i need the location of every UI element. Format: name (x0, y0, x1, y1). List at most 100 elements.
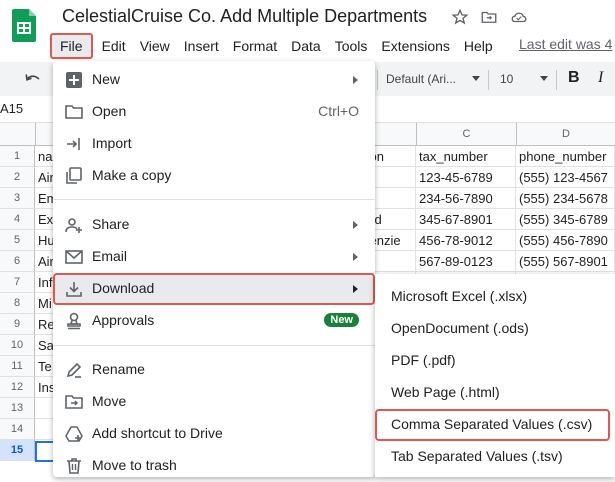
menu-item-new[interactable]: New (53, 64, 375, 96)
row-header[interactable]: 10 (0, 335, 35, 356)
table-cell[interactable]: Re (35, 314, 55, 335)
arrow-right-icon (353, 253, 358, 261)
row-header[interactable]: 3 (0, 188, 35, 209)
row-header[interactable]: 15 (0, 440, 35, 461)
chevron-down-icon[interactable] (472, 76, 480, 81)
plus-box-icon (66, 72, 82, 88)
menu-item-trash[interactable]: Move to trash (53, 450, 375, 482)
italic-button[interactable]: I (598, 69, 603, 87)
download-ods[interactable]: OpenDocument (.ods) (375, 313, 615, 345)
undo-icon[interactable] (24, 71, 42, 87)
download-submenu: Microsoft Excel (.xlsx) OpenDocument (.o… (375, 274, 615, 477)
download-html[interactable]: Web Page (.html) (375, 377, 615, 409)
row-header[interactable]: 13 (0, 398, 35, 419)
column-header-d[interactable]: D (516, 123, 615, 145)
menu-extensions[interactable]: Extensions (374, 35, 456, 57)
sheets-logo-icon[interactable] (12, 9, 36, 42)
row-header[interactable]: 12 (0, 377, 35, 398)
table-cell[interactable]: Ins (35, 377, 55, 398)
menu-item-email[interactable]: Email (53, 241, 375, 273)
menu-file[interactable]: File (50, 33, 93, 59)
menu-tools[interactable]: Tools (328, 35, 375, 57)
download-csv[interactable]: Comma Separated Values (.csv) (375, 409, 610, 441)
table-cell[interactable]: 123-45-6789 (416, 167, 516, 188)
table-cell[interactable]: (555) 567-8901 (516, 251, 615, 272)
row-header[interactable]: 9 (0, 314, 35, 335)
menu-item-move[interactable]: Move (53, 386, 375, 418)
table-cell[interactable] (35, 398, 55, 419)
drive-shortcut-icon (65, 426, 83, 442)
trash-icon (67, 458, 81, 474)
menu-insert[interactable]: Insert (177, 35, 226, 57)
cloud-icon[interactable] (510, 8, 528, 26)
table-cell[interactable]: (555) 234-5678 (516, 188, 615, 209)
column-header-c[interactable]: C (416, 123, 516, 145)
table-cell[interactable] (35, 419, 55, 440)
table-cell[interactable]: phone_number (516, 146, 615, 167)
star-icon[interactable] (451, 8, 469, 26)
row-header[interactable]: 6 (0, 251, 35, 272)
table-cell[interactable]: (555) 345-6789 (516, 209, 615, 230)
import-icon (67, 138, 80, 150)
new-badge: New (324, 313, 359, 327)
table-cell[interactable]: Mi (35, 293, 55, 314)
table-cell[interactable]: Inf (35, 272, 55, 293)
table-cell[interactable]: 456-78-9012 (416, 230, 516, 251)
row-header[interactable]: 1 (0, 146, 35, 167)
document-title[interactable]: CelestialCruise Co. Add Multiple Departm… (62, 6, 427, 27)
menu-item-add-shortcut[interactable]: Add shortcut to Drive (53, 418, 375, 450)
table-cell[interactable]: Sa (35, 335, 55, 356)
share-person-icon (65, 218, 82, 233)
folder-icon (65, 105, 83, 119)
name-box[interactable]: A15 (0, 101, 23, 116)
table-cell[interactable]: 567-89-0123 (416, 251, 516, 272)
menu-view[interactable]: View (133, 35, 177, 57)
bold-button[interactable]: B (568, 69, 580, 87)
folder-move-icon[interactable] (480, 8, 498, 26)
row-header[interactable]: 4 (0, 209, 35, 230)
copy-icon (66, 167, 82, 184)
row-header[interactable]: 11 (0, 356, 35, 377)
menu-item-share[interactable]: Share (53, 209, 375, 241)
row-header[interactable]: 2 (0, 167, 35, 188)
menu-item-import[interactable]: Import (53, 128, 375, 160)
download-xlsx[interactable]: Microsoft Excel (.xlsx) (375, 281, 615, 313)
shortcut-label: Ctrl+O (318, 103, 359, 119)
table-cell[interactable]: Air (35, 167, 55, 188)
table-cell[interactable]: (555) 123-4567 (516, 167, 615, 188)
selected-cell[interactable] (35, 441, 55, 462)
row-header[interactable]: 8 (0, 293, 35, 314)
move-icon (65, 395, 83, 409)
chevron-down-icon[interactable] (540, 76, 548, 81)
table-cell[interactable]: tax_number (416, 146, 516, 167)
table-cell[interactable]: Em (35, 188, 55, 209)
font-size-select[interactable]: 10 (500, 72, 513, 86)
table-cell[interactable]: na (35, 146, 55, 167)
menu-item-download[interactable]: Download (53, 273, 375, 305)
table-cell[interactable]: 345-67-8901 (416, 209, 516, 230)
table-cell[interactable]: Te (35, 356, 55, 377)
toolbar-separator (488, 70, 489, 90)
download-pdf[interactable]: PDF (.pdf) (375, 345, 615, 377)
download-tsv[interactable]: Tab Separated Values (.tsv) (375, 441, 615, 473)
menu-edit[interactable]: Edit (95, 35, 133, 57)
menu-item-make-copy[interactable]: Make a copy (53, 160, 375, 192)
last-edit-link[interactable]: Last edit was 4 (519, 36, 612, 52)
table-cell[interactable]: Air (35, 251, 55, 272)
row-header[interactable]: 7 (0, 272, 35, 293)
download-icon (66, 282, 82, 297)
row-header[interactable]: 14 (0, 419, 35, 440)
table-cell[interactable]: (555) 456-7890 (516, 230, 615, 251)
menu-data[interactable]: Data (284, 35, 328, 57)
menu-item-rename[interactable]: Rename (53, 354, 375, 386)
font-family-select[interactable]: Default (Ari... (386, 72, 456, 86)
table-cell[interactable]: 234-56-7890 (416, 188, 516, 209)
table-cell[interactable]: Hu (35, 230, 55, 251)
row-header[interactable]: 5 (0, 230, 35, 251)
menu-item-approvals[interactable]: Approvals New (53, 305, 375, 337)
table-cell[interactable]: Ex (35, 209, 55, 230)
menu-format[interactable]: Format (226, 35, 284, 57)
file-menu: New Open Ctrl+O Import Make a copy Share… (53, 61, 375, 477)
menu-item-open[interactable]: Open Ctrl+O (53, 96, 375, 128)
menu-help[interactable]: Help (457, 35, 500, 57)
